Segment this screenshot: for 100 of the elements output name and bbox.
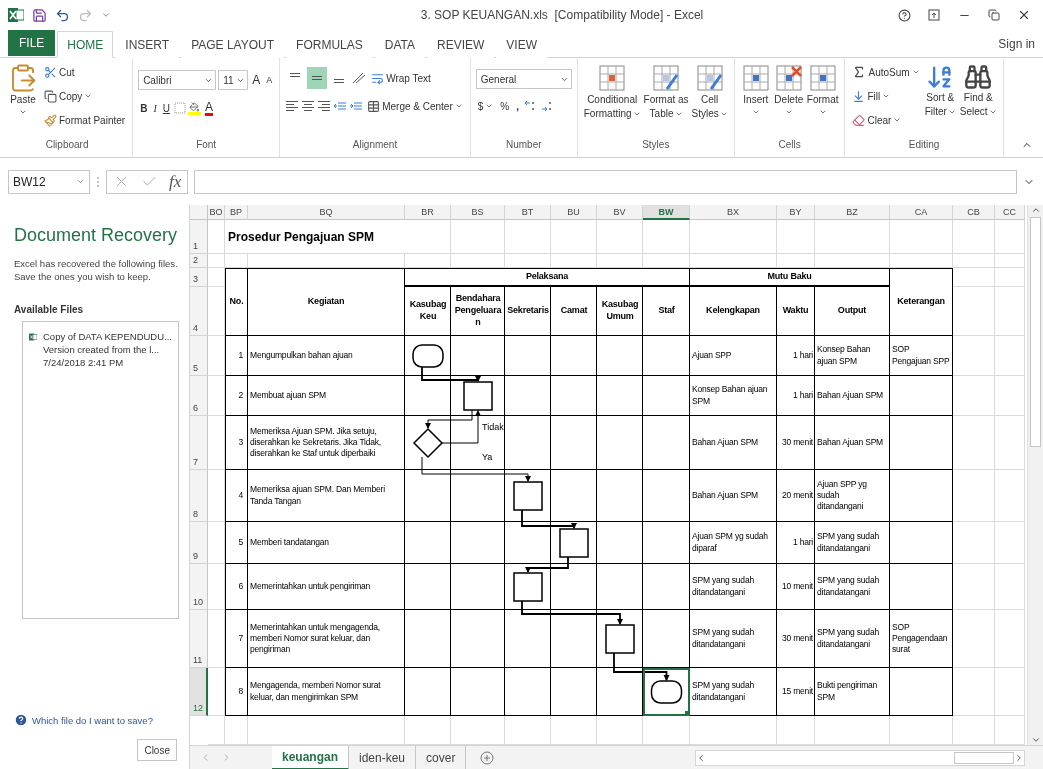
undo-icon[interactable] — [55, 7, 70, 23]
empty-cell[interactable] — [451, 220, 505, 254]
restore-icon[interactable] — [988, 9, 1000, 21]
empty-cell[interactable] — [953, 668, 995, 716]
empty-cell[interactable] — [690, 254, 777, 268]
column-header[interactable]: BO — [208, 205, 225, 220]
empty-cell[interactable] — [405, 254, 451, 268]
ribbon-display-icon[interactable] — [928, 9, 940, 21]
number-format-dropdown[interactable]: General — [475, 69, 572, 89]
column-header[interactable]: BS — [451, 205, 505, 220]
empty-cell[interactable] — [690, 220, 777, 254]
scroll-left-icon[interactable] — [696, 752, 706, 763]
empty-cell[interactable] — [815, 220, 890, 254]
redo-icon[interactable] — [78, 7, 93, 23]
empty-cell[interactable] — [995, 522, 1025, 564]
spreadsheet-logo-icon[interactable] — [8, 7, 24, 23]
row-header[interactable]: 4 — [190, 287, 208, 336]
comma-button[interactable]: , — [514, 95, 521, 117]
column-header[interactable]: CA — [890, 205, 953, 220]
empty-cell[interactable] — [208, 376, 225, 416]
row-header[interactable]: 7 — [190, 416, 208, 470]
merge-center-button[interactable]: Merge & Center — [365, 95, 465, 117]
copy-button[interactable]: Copy — [42, 85, 128, 107]
row-header[interactable]: 6 — [190, 376, 208, 416]
borders-icon[interactable] — [173, 102, 186, 114]
empty-cell[interactable] — [995, 336, 1025, 376]
currency-button[interactable]: $ — [475, 95, 496, 117]
empty-cell[interactable] — [953, 254, 995, 268]
align-left-icon[interactable] — [285, 100, 300, 112]
cell-styles-button[interactable]: Cell Styles — [690, 61, 729, 122]
column-header[interactable]: BV — [597, 205, 643, 220]
fill-button[interactable]: Fill — [850, 85, 922, 107]
bold-button[interactable]: B — [138, 97, 150, 119]
horizontal-scrollbar[interactable] — [695, 749, 1025, 766]
sort-filter-button[interactable]: Sort & Filter — [923, 61, 957, 120]
scroll-right-icon[interactable] — [1014, 752, 1024, 763]
empty-cell[interactable] — [995, 376, 1025, 416]
underline-button[interactable]: U — [160, 97, 172, 119]
wrap-text-button[interactable]: Wrap Text — [369, 67, 433, 89]
empty-cell[interactable] — [208, 564, 225, 610]
empty-cell[interactable] — [208, 268, 225, 287]
font-size-dropdown[interactable]: 11 — [218, 70, 249, 90]
paste-button[interactable]: Paste — [7, 61, 39, 118]
row-header[interactable]: 11 — [190, 610, 208, 668]
row-header[interactable]: 5 — [190, 336, 208, 376]
empty-cell[interactable] — [597, 254, 643, 268]
row-header[interactable]: 8 — [190, 470, 208, 522]
help-link[interactable]: Which file do I want to save? — [14, 713, 189, 727]
percent-button[interactable]: % — [498, 95, 512, 117]
empty-cell[interactable] — [815, 254, 890, 268]
empty-cell[interactable] — [208, 470, 225, 522]
fill-color-icon[interactable] — [187, 101, 201, 115]
row-header[interactable]: 12 — [190, 668, 208, 716]
font-name-dropdown[interactable]: Calibri — [138, 70, 217, 90]
name-box[interactable]: BW12 — [8, 169, 90, 194]
empty-cell[interactable] — [505, 254, 551, 268]
empty-cell[interactable] — [995, 668, 1025, 716]
find-select-button[interactable]: Find & Select — [958, 61, 998, 120]
increase-indent-icon[interactable] — [349, 100, 364, 112]
row-header[interactable]: 2 — [190, 254, 208, 268]
empty-cell[interactable] — [208, 416, 225, 470]
close-icon[interactable] — [1017, 8, 1031, 22]
sign-in-link[interactable]: Sign in — [998, 36, 1035, 51]
scroll-thumb[interactable] — [1030, 217, 1041, 447]
empty-cell[interactable] — [208, 287, 225, 336]
format-as-table-button[interactable]: Format as Table — [642, 61, 690, 122]
column-header[interactable]: BT — [505, 205, 551, 220]
empty-cell[interactable] — [995, 254, 1025, 268]
empty-cell[interactable] — [953, 610, 995, 668]
empty-cell[interactable] — [451, 254, 505, 268]
select-all-corner[interactable] — [190, 205, 208, 220]
font-color-button[interactable]: A — [202, 97, 215, 119]
row-header[interactable]: 10 — [190, 564, 208, 610]
column-header[interactable]: CC — [995, 205, 1025, 220]
column-header[interactable]: BR — [405, 205, 451, 220]
file-tab[interactable]: FILE — [8, 30, 56, 56]
column-header[interactable]: BX — [690, 205, 777, 220]
add-sheet-icon[interactable] — [480, 750, 495, 765]
scroll-down-icon[interactable] — [1030, 735, 1041, 745]
row-header[interactable]: 9 — [190, 522, 208, 564]
empty-cell[interactable] — [505, 220, 551, 254]
empty-cell[interactable] — [777, 220, 815, 254]
sheet-tab[interactable]: cover — [416, 745, 467, 769]
empty-cell[interactable] — [208, 610, 225, 668]
cut-button[interactable]: Cut — [42, 61, 128, 83]
empty-cell[interactable] — [551, 254, 597, 268]
empty-cell[interactable] — [890, 254, 953, 268]
orientation-icon[interactable] — [351, 71, 368, 85]
clear-button[interactable]: Clear — [850, 109, 922, 131]
empty-cell[interactable] — [225, 254, 248, 268]
empty-cell[interactable] — [953, 220, 995, 254]
empty-cell[interactable] — [953, 268, 995, 287]
empty-cell[interactable] — [208, 522, 225, 564]
column-header[interactable]: BY — [777, 205, 815, 220]
insert-button[interactable]: Insert — [739, 61, 772, 118]
empty-cell[interactable] — [995, 610, 1025, 668]
middle-align-button[interactable] — [307, 67, 328, 89]
column-header[interactable]: BZ — [815, 205, 890, 220]
empty-cell[interactable] — [995, 268, 1025, 287]
empty-cell[interactable] — [643, 220, 690, 254]
